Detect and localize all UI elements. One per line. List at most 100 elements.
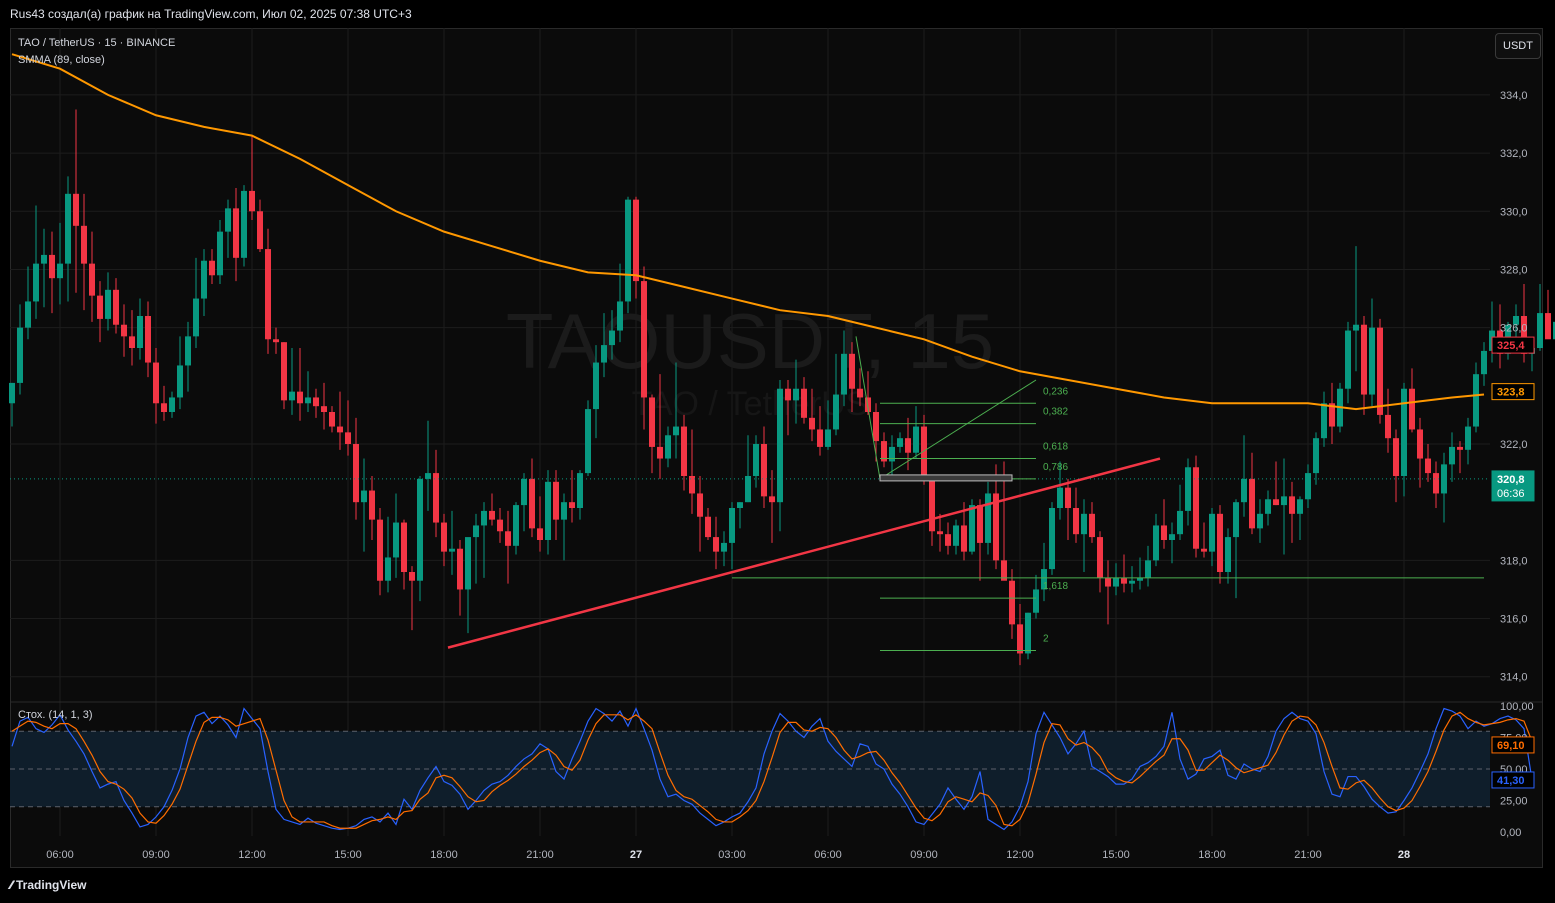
candle [1177,484,1183,540]
candle-body [81,225,87,264]
candle-body [833,394,839,430]
candle [497,508,503,543]
candle-body [281,342,287,401]
indicator-line[interactable]: SMMA (89, close) [18,52,175,69]
candle [529,458,535,538]
candle [1145,545,1151,587]
candle-body [273,339,279,343]
candle-body [457,548,463,590]
time-tick-label: 12:00 [1006,849,1034,861]
stoch-tick-label: 0,00 [1500,827,1521,839]
candle-body [1265,499,1271,514]
candle-body [329,412,335,427]
candle [1113,563,1119,596]
candle-body [481,510,487,526]
candle-body [601,345,607,363]
candle [1097,531,1103,593]
candle [1233,499,1239,599]
candle-body [769,496,775,503]
candle-body [201,260,207,299]
candle-body [409,572,415,581]
candle [513,502,519,555]
candle [1465,417,1471,465]
candle [97,281,103,343]
candle [1105,560,1111,625]
candle-body [417,478,423,581]
candle [1049,502,1055,575]
candle-body [441,522,447,552]
candle [369,476,375,540]
candle [729,502,735,570]
candle-body [801,388,807,418]
candle [1225,528,1231,584]
candle [977,499,983,581]
candle-body [1473,374,1479,427]
candle [329,406,335,433]
brand-logo[interactable]: ⁄⁄ TradingView [10,878,86,892]
candle [233,188,239,282]
candle [1377,318,1383,424]
candle [1185,458,1191,526]
candle [1297,496,1303,540]
candle-body [57,263,63,279]
candle-body [1185,467,1191,511]
candle [401,519,407,590]
candle-body [25,301,31,328]
fib-anchor-line [879,379,1037,480]
candle-body [1481,350,1487,375]
candle-body [121,324,127,337]
candle-body [113,289,119,325]
candle [297,348,303,421]
candle-body [225,208,231,232]
candle-body [761,444,767,497]
candle-body [345,432,351,444]
candle [65,176,71,302]
candle-body [1233,502,1239,538]
candle [1073,487,1079,543]
candle [433,449,439,538]
candle [1129,566,1135,593]
time-tick-label: 09:00 [142,849,170,861]
candle-body [1361,324,1367,395]
chart-canvas[interactable]: TAOUSDT, 15TAO / TetherUS 0,236 0,382 0,618… [0,0,1555,903]
candle-body [1161,525,1167,540]
candle [217,220,223,284]
candle [881,432,887,468]
candle-body [649,397,655,447]
candle-body [729,508,735,543]
currency-button[interactable]: USDT [1495,33,1541,59]
candle [665,426,671,468]
candle [1313,432,1319,485]
candle-body [465,537,471,590]
candle [393,493,399,578]
candle-body [97,295,103,319]
candle-body [433,473,439,523]
candle [1169,522,1175,564]
candle-body [697,493,703,517]
candle [1273,461,1279,506]
candle-body [137,316,143,348]
candle-body [241,190,247,258]
symbol-line[interactable]: TAO / TetherUS · 15 · BINANCE [18,35,175,52]
tradingview-logo-icon: ⁄⁄ [10,878,13,892]
candle-body [1225,537,1231,572]
price-tick-label: 318,0 [1500,555,1528,567]
candle-body [217,231,223,276]
candle-body [577,473,583,508]
candle [1329,382,1335,444]
candle-body [1169,534,1175,540]
candle [449,510,455,575]
fib-level-label: 0,786 [1043,462,1068,473]
candle-body [249,190,255,212]
time-tick-label: 27 [630,849,642,861]
candle [257,199,263,252]
candle-body [753,444,759,476]
candle-body [1193,467,1199,549]
candle [1473,362,1479,433]
candle [1081,499,1087,572]
price-label-text: 325,4 [1497,340,1525,352]
stoch-legend[interactable]: Стох. (14, 1, 3) [18,709,93,721]
stoch-tick-label: 100,00 [1500,701,1534,713]
candle [1321,391,1327,447]
candle-body [937,531,943,535]
